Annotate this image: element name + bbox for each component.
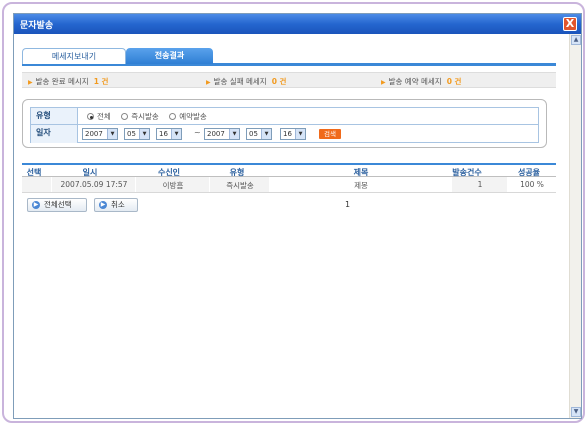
cell-subject[interactable]: 제몽: [270, 180, 452, 196]
chevron-down-icon[interactable]: ▼: [171, 129, 181, 139]
cell-rate: 100 %: [520, 180, 544, 189]
summary-count: 0 건: [271, 77, 287, 86]
close-icon: X: [565, 17, 575, 30]
triangle-bullet-icon: ▶: [381, 79, 386, 86]
title-bar: 문자발송 X: [14, 14, 581, 34]
radio-immediate[interactable]: 즉시발송: [121, 112, 159, 121]
summary-count: 0 건: [446, 77, 462, 86]
summary-count: 1 건: [93, 77, 109, 86]
chevron-down-icon[interactable]: ▼: [107, 129, 117, 139]
summary-complete: ▶ 발송 완료 메시지 1 건: [28, 77, 109, 86]
chevron-down-icon[interactable]: ▼: [229, 129, 239, 139]
table-row[interactable]: 2007.05.09 17:57 이방흠 즉시발송 제몽 1 100 %: [22, 177, 556, 193]
cell-select[interactable]: [22, 180, 52, 196]
cell-count: 1: [477, 180, 483, 189]
page-frame: 문자발송 X 메세지보내기 전송결과 ▶ 발송 완료 메시지 1 건 ▶ 발송 실패 …: [2, 2, 585, 423]
circle-arrow-icon: ▶: [99, 201, 107, 209]
summary-failed: ▶ 발송 실패 메세지 0 건: [206, 77, 287, 86]
from-month-select[interactable]: 05 ▼: [124, 128, 150, 140]
to-day-select[interactable]: 16 ▼: [280, 128, 306, 140]
tab-bar: 메세지보내기 전송결과: [22, 48, 556, 66]
cell-recipient: 이방흠: [162, 181, 184, 190]
cell-datetime: 2007.05.09 17:57: [60, 180, 128, 189]
filter-table: 유형 전체 즉시발송 예약발송 일자 2007 ▼ 05 ▼ 16 ▼ ~ 200: [30, 107, 539, 143]
cell-type: 즉시발송: [226, 181, 254, 190]
date-label: 일자: [31, 125, 78, 143]
radio-reserved[interactable]: 예약발송: [169, 112, 207, 121]
to-year-select[interactable]: 2007 ▼: [204, 128, 240, 140]
content-area: 메세지보내기 전송결과 ▶ 발송 완료 메시지 1 건 ▶ 발송 실패 메세지 0 건 …: [14, 34, 581, 418]
range-separator: ~: [194, 128, 201, 137]
vertical-scrollbar[interactable]: ▲ ▼: [569, 34, 581, 418]
chevron-down-icon[interactable]: ▼: [261, 129, 271, 139]
tab-send-message[interactable]: 메세지보내기: [22, 48, 126, 64]
close-button[interactable]: X: [563, 17, 577, 31]
select-all-button[interactable]: ▶ 전체선택: [27, 198, 87, 212]
summary-reserved: ▶ 발송 예약 메세지 0 건: [381, 77, 462, 86]
to-month-select[interactable]: 05 ▼: [246, 128, 272, 140]
date-row: 일자 2007 ▼ 05 ▼ 16 ▼ ~ 2007 ▼ 05 ▼ 16 ▼ 검색: [31, 125, 538, 143]
radio-all[interactable]: 전체: [87, 112, 111, 121]
radio-unchecked-icon[interactable]: [121, 113, 129, 120]
circle-arrow-icon: ▶: [32, 201, 40, 209]
cancel-button[interactable]: ▶ 취소: [94, 198, 138, 212]
filter-box: 유형 전체 즉시발송 예약발송 일자 2007 ▼ 05 ▼ 16 ▼ ~ 200: [22, 99, 547, 148]
type-radio-group: 전체 즉시발송 예약발송: [87, 111, 215, 122]
summary-bar: ▶ 발송 완료 메시지 1 건 ▶ 발송 실패 메세지 0 건 ▶ 발송 예약 메세지 0 …: [22, 72, 556, 88]
radio-unchecked-icon[interactable]: [169, 113, 177, 120]
scroll-up-icon[interactable]: ▲: [571, 35, 581, 45]
from-day-select[interactable]: 16 ▼: [156, 128, 182, 140]
type-row: 유형 전체 즉시발송 예약발송: [31, 108, 538, 125]
chevron-down-icon[interactable]: ▼: [295, 129, 305, 139]
triangle-bullet-icon: ▶: [206, 79, 211, 86]
from-year-select[interactable]: 2007 ▼: [82, 128, 118, 140]
pagination-current[interactable]: 1: [345, 200, 350, 209]
scroll-down-icon[interactable]: ▼: [571, 407, 581, 417]
popup-window: 문자발송 X 메세지보내기 전송결과 ▶ 발송 완료 메시지 1 건 ▶ 발송 실패 …: [13, 13, 582, 419]
radio-checked-icon[interactable]: [87, 113, 94, 120]
search-button[interactable]: 검색: [319, 129, 341, 139]
type-label: 유형: [31, 108, 78, 124]
chevron-down-icon[interactable]: ▼: [139, 129, 149, 139]
triangle-bullet-icon: ▶: [28, 79, 33, 86]
table-header: 선택 일시 수신인 유형 제목 발송건수 성공율: [22, 163, 556, 177]
tab-send-result[interactable]: 전송결과: [126, 48, 213, 64]
window-title: 문자발송: [20, 21, 54, 31]
result-table: 선택 일시 수신인 유형 제목 발송건수 성공율 2007.05.09 17:5…: [22, 163, 556, 193]
